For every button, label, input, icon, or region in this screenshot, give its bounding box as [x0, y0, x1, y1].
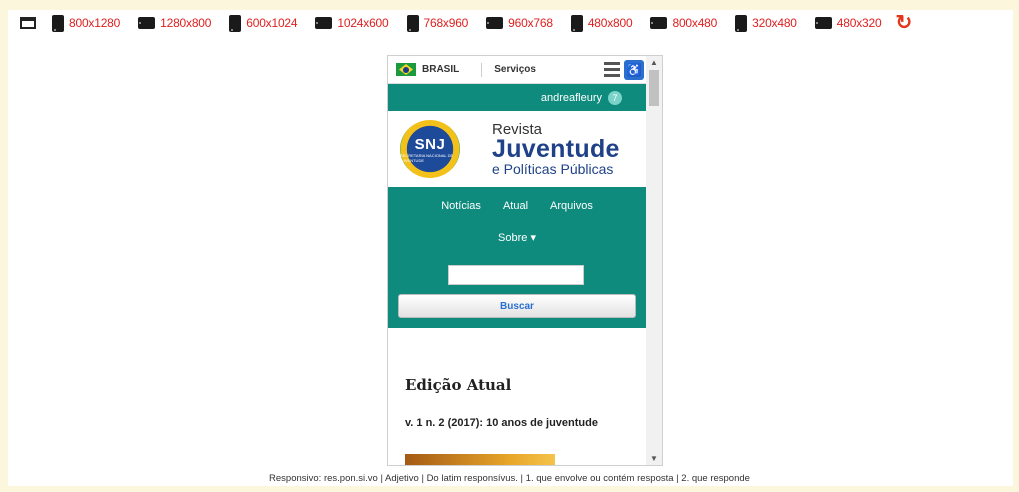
size-800x480[interactable]: 800x480: [650, 16, 717, 30]
size-800x1280[interactable]: 800x1280: [52, 14, 121, 32]
hamburger-menu-icon[interactable]: [604, 62, 620, 77]
vertical-scrollbar[interactable]: ▲ ▼: [646, 56, 662, 465]
main-nav: Notícias Atual Arquivos Sobre ▾ Buscar: [388, 187, 646, 328]
nav-atual[interactable]: Atual: [503, 200, 528, 212]
tablet-landscape-icon: [138, 17, 156, 29]
size-label: 320x480: [752, 16, 797, 30]
size-label: 480x800: [587, 16, 633, 30]
divider: [481, 62, 483, 77]
size-1024x600[interactable]: 1024x600: [315, 16, 389, 30]
site-logo[interactable]: SNJ SECRETARIA NACIONAL DE JUVENTUDE Rev…: [388, 111, 646, 187]
device-size-toolbar: 800x1280 1280x800 600x1024 1024x600 768x…: [20, 10, 912, 36]
phone-portrait-icon: [735, 14, 748, 32]
notification-badge[interactable]: 7: [608, 90, 622, 105]
size-320x480[interactable]: 320x480: [735, 14, 797, 32]
gov-bar: BRASIL Serviços ♿: [388, 56, 646, 84]
tablet-portrait-icon: [52, 14, 64, 32]
size-label: 1024x600: [337, 16, 389, 30]
snj-emblem: SNJ SECRETARIA NACIONAL DE JUVENTUDE: [400, 120, 460, 178]
user-bar: andreafleury 7: [388, 84, 646, 111]
scroll-thumb[interactable]: [649, 70, 659, 106]
username-link[interactable]: andreafleury: [541, 92, 602, 104]
scroll-down-arrow-icon[interactable]: ▼: [650, 454, 658, 463]
nav-row: Notícias Atual Arquivos: [388, 187, 646, 212]
window-icon[interactable]: [20, 17, 36, 29]
logo-juventude: Juventude: [492, 135, 620, 163]
size-label: 768x960: [423, 16, 469, 30]
size-label: 480x320: [836, 16, 882, 30]
emblem-text: SNJ: [414, 135, 446, 153]
nav-arquivos[interactable]: Arquivos: [550, 200, 593, 212]
size-label: 800x1280: [69, 16, 121, 30]
size-600x1024[interactable]: 600x1024: [229, 14, 298, 32]
footer-definition: Responsivo: res.pon.si.vo | Adjetivo | D…: [269, 473, 750, 484]
size-480x800[interactable]: 480x800: [570, 14, 633, 32]
tablet-portrait-icon: [229, 14, 242, 32]
tablet-portrait-icon: [406, 14, 419, 32]
reload-icon[interactable]: ↻: [895, 13, 912, 33]
nav-sobre[interactable]: Sobre ▾: [388, 231, 646, 244]
logo-subtitle: e Políticas Públicas: [492, 161, 614, 177]
size-480x320[interactable]: 480x320: [814, 16, 882, 30]
phone-landscape-icon: [650, 17, 668, 29]
size-1280x800[interactable]: 1280x800: [138, 16, 211, 30]
size-768x960[interactable]: 768x960: [406, 14, 469, 32]
section-heading: Edição Atual: [405, 376, 512, 394]
brazil-flag-icon: [396, 63, 416, 76]
site-content: BRASIL Serviços ♿ andreafleury 7 SNJ SEC…: [388, 56, 646, 465]
search-button[interactable]: Buscar: [398, 294, 636, 318]
issue-link[interactable]: v. 1 n. 2 (2017): 10 anos de juventude: [405, 417, 598, 429]
size-label: 1280x800: [160, 16, 212, 30]
size-label: 800x480: [672, 16, 718, 30]
size-label: 960x768: [508, 16, 553, 30]
accessibility-icon[interactable]: ♿: [624, 59, 644, 80]
scroll-up-arrow-icon[interactable]: ▲: [650, 58, 658, 67]
country-link[interactable]: BRASIL: [422, 64, 459, 75]
search-input[interactable]: [448, 265, 584, 285]
device-preview-frame: BRASIL Serviços ♿ andreafleury 7 SNJ SEC…: [387, 55, 663, 466]
services-link[interactable]: Serviços: [494, 64, 536, 75]
phone-landscape-icon: [814, 17, 832, 29]
emblem-subtext: SECRETARIA NACIONAL DE JUVENTUDE: [400, 152, 454, 163]
tablet-landscape-icon: [315, 17, 333, 29]
issue-cover-image[interactable]: [405, 454, 555, 465]
size-label: 600x1024: [246, 16, 298, 30]
logo-wordmark: Revista Juventude e Políticas Públicas: [492, 122, 620, 176]
phone-portrait-icon: [570, 14, 583, 32]
nav-noticias[interactable]: Notícias: [441, 200, 481, 212]
size-960x768[interactable]: 960x768: [486, 16, 553, 30]
tablet-landscape-icon: [486, 17, 504, 29]
